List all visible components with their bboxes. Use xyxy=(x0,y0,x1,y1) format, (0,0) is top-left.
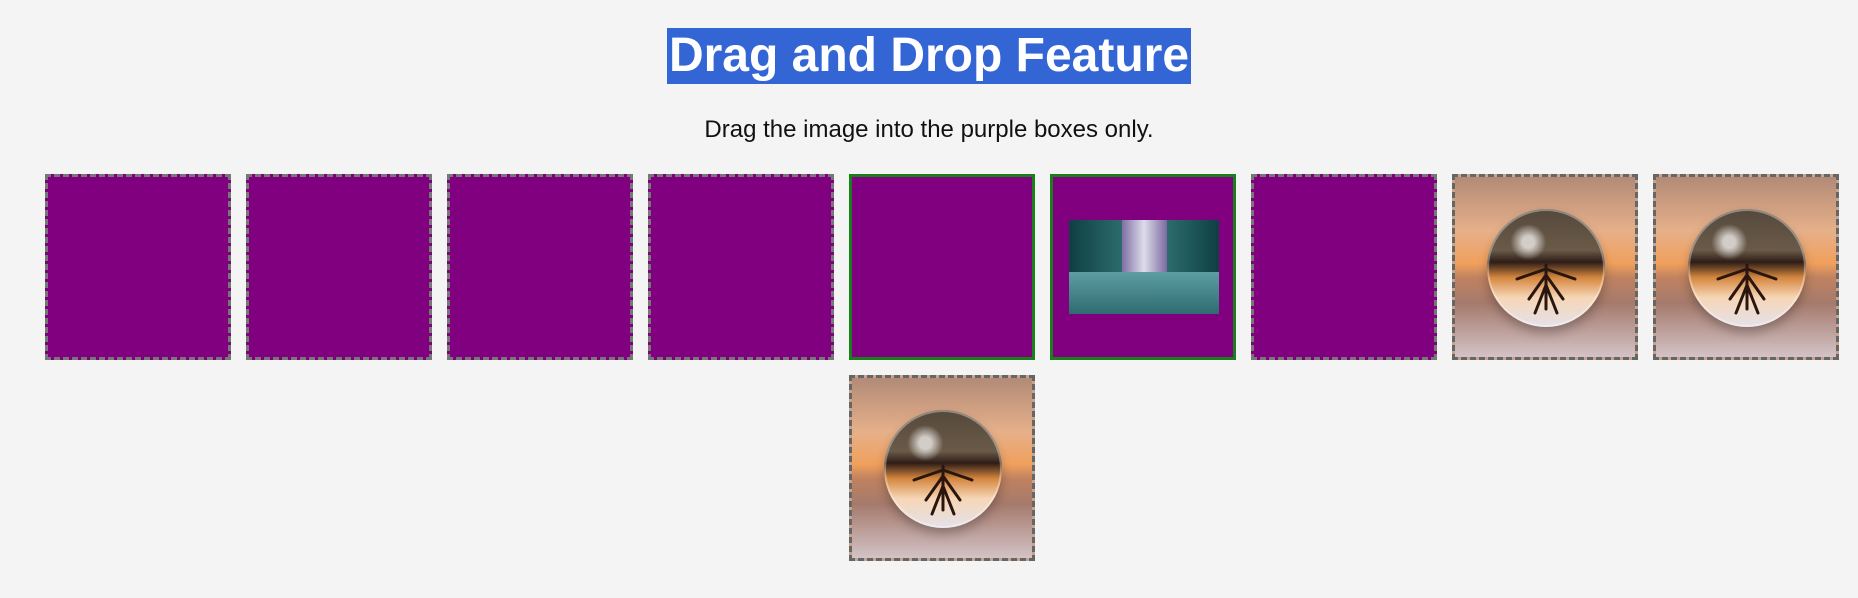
drop-box-1[interactable] xyxy=(45,174,231,360)
drop-box-3[interactable] xyxy=(447,174,633,360)
crystal-ball-image xyxy=(852,378,1032,558)
drop-box-2[interactable] xyxy=(246,174,432,360)
crystal-ball-image xyxy=(1455,177,1635,357)
crystal-ball xyxy=(1688,209,1806,327)
tree-reflection-icon xyxy=(1515,263,1577,315)
crystal-ball xyxy=(1487,209,1605,327)
tree-reflection-icon xyxy=(912,464,974,516)
crystal-ball-image xyxy=(1656,177,1836,357)
tree-reflection-icon xyxy=(1716,263,1778,315)
crystal-ball xyxy=(884,410,1002,528)
drop-box-4[interactable] xyxy=(648,174,834,360)
box-grid xyxy=(0,0,1858,598)
draggable-image-box-3[interactable] xyxy=(849,375,1035,561)
draggable-image-box-2[interactable] xyxy=(1653,174,1839,360)
draggable-image-box-1[interactable] xyxy=(1452,174,1638,360)
drop-box-7[interactable] xyxy=(1251,174,1437,360)
drop-box-5[interactable] xyxy=(849,174,1035,360)
city-street-image[interactable] xyxy=(1069,220,1219,314)
city-road xyxy=(1069,271,1219,314)
drop-box-6[interactable] xyxy=(1050,174,1236,360)
